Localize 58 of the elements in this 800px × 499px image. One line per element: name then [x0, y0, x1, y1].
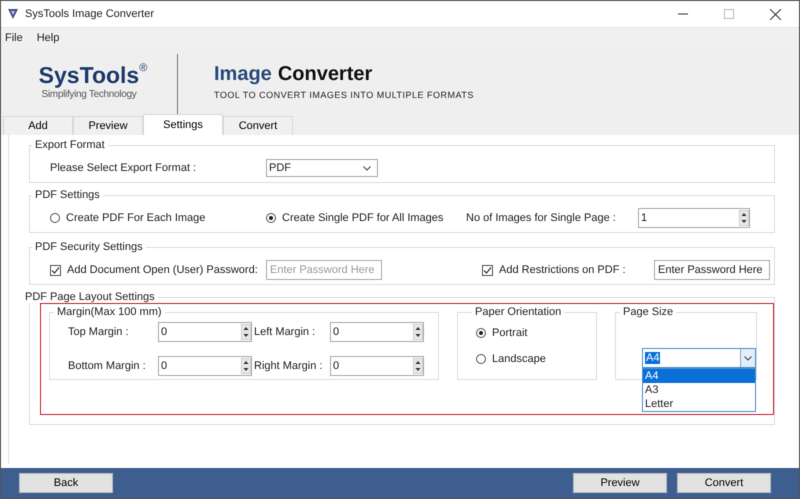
number-field[interactable]: 1 — [638, 208, 750, 228]
radio-option[interactable]: Landscape — [476, 350, 588, 368]
spinner-icon[interactable] — [241, 358, 251, 374]
product-title: Image — [214, 62, 272, 86]
menu-item[interactable]: File — [5, 32, 23, 44]
number-field[interactable]: 0 — [158, 356, 252, 376]
section-title: PDF Settings — [34, 189, 101, 201]
shield-icon — [7, 8, 19, 20]
menu-item[interactable]: Help — [36, 32, 60, 44]
spinner-icon[interactable] — [241, 324, 251, 340]
brand-name: SysTools — [38, 62, 140, 89]
section-title: PDF Security Settings — [34, 241, 144, 253]
number-field[interactable]: 0 — [330, 322, 424, 342]
field-label: No of Images for Single Page : — [466, 212, 617, 224]
convert-button[interactable]: Convert — [677, 473, 771, 493]
tab[interactable]: Settings — [143, 114, 223, 135]
check-icon — [483, 266, 492, 274]
field-label: Bottom Margin : — [67, 360, 147, 372]
dropdown-option[interactable]: A4 — [643, 369, 755, 383]
radio-option[interactable]: Create Single PDF for All Images — [266, 212, 466, 224]
dropdown-option[interactable]: Letter — [643, 397, 755, 411]
field-label: Please Select Export Format : — [50, 162, 198, 174]
close-icon[interactable] — [770, 8, 781, 20]
section-title: PDF Page Layout Settings — [24, 291, 156, 303]
section-title: Paper Orientation — [474, 306, 562, 318]
spinner-icon[interactable] — [739, 210, 749, 226]
field-label: Right Margin : — [254, 360, 324, 372]
section-title: Export Format — [34, 139, 106, 151]
tab[interactable]: Convert — [223, 116, 293, 135]
brand-tagline: Simplifying Technology — [42, 89, 136, 100]
back-button[interactable]: Back — [19, 473, 113, 493]
preview-button[interactable]: Preview — [573, 473, 667, 493]
field-label: Left Margin : — [254, 326, 316, 338]
number-field[interactable]: 0 — [158, 322, 252, 342]
dropdown-option[interactable]: A3 — [643, 383, 755, 397]
chevron-icon — [744, 356, 752, 360]
format-dropdown[interactable]: PDF — [266, 159, 378, 177]
tab[interactable]: Add — [3, 116, 73, 135]
checkbox-option[interactable]: Add Document Open (User) Password: — [50, 264, 266, 276]
chevron-icon — [363, 166, 371, 170]
radio-option[interactable]: Portrait — [476, 324, 588, 342]
registered-mark: ® — [139, 62, 148, 74]
field-label: Top Margin : — [67, 326, 130, 338]
tab[interactable]: Preview — [73, 116, 143, 135]
check-icon — [51, 266, 60, 274]
spinner-icon[interactable] — [413, 324, 423, 340]
spinner-icon[interactable] — [413, 358, 423, 374]
window-title: SysTools Image Converter — [25, 8, 154, 20]
product-title: Converter — [278, 62, 372, 86]
section-title: Page Size — [622, 306, 674, 318]
page-size-dropdown[interactable]: A4 — [642, 348, 756, 368]
product-subtitle: TOOL TO CONVERT IMAGES INTO MULTIPLE FORMATS — [214, 90, 474, 100]
number-field[interactable]: 0 — [330, 356, 424, 376]
password-field[interactable]: Enter Password Here — [266, 260, 382, 280]
checkbox-option[interactable]: Add Restrictions on PDF : — [482, 264, 654, 276]
radio-option[interactable]: Create PDF For Each Image — [50, 212, 266, 224]
password-field[interactable]: Enter Password Here — [654, 260, 770, 280]
section-title: Margin(Max 100 mm) — [56, 306, 163, 318]
